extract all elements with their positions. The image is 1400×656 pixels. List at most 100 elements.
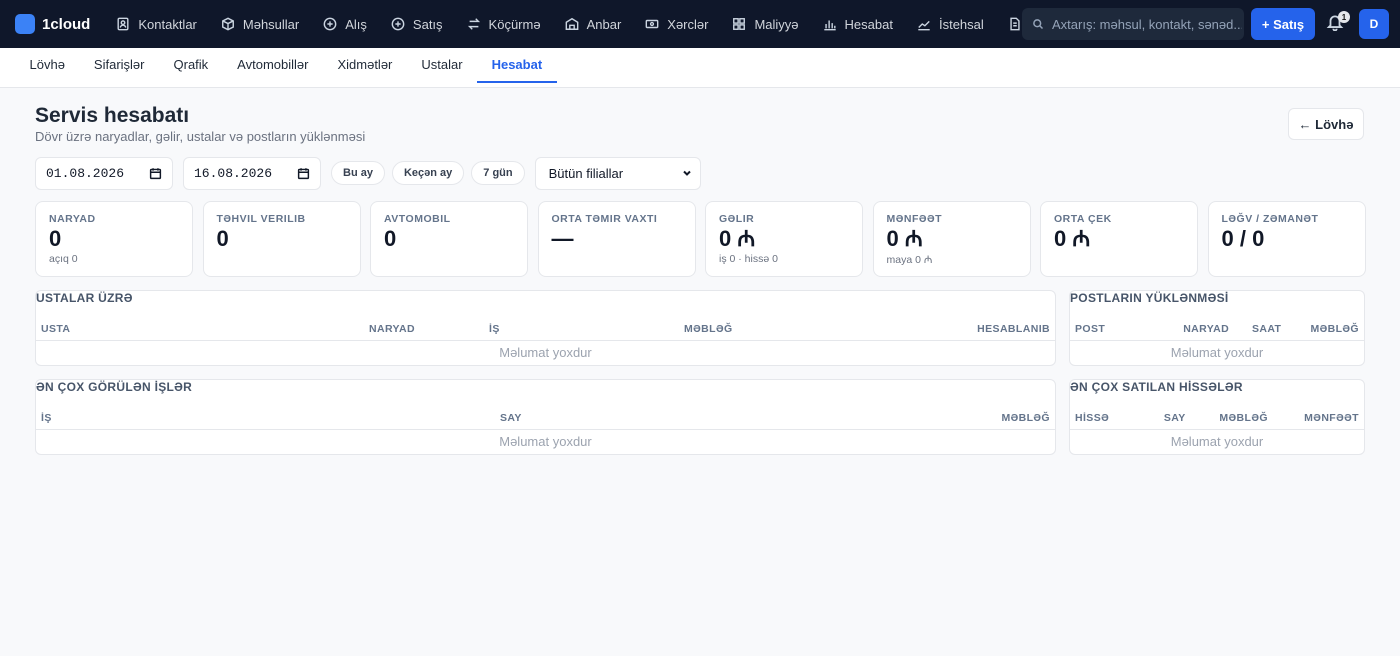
top-parts-table: HİSSƏ SAY MƏBLƏĞ MƏNFƏƏT Məlumat yoxdur: [1070, 407, 1364, 454]
nav-item-expenses[interactable]: Xərclər: [633, 0, 720, 48]
calendar-icon: [149, 167, 162, 179]
search-input[interactable]: [1052, 16, 1242, 32]
kpi-label: Naryad: [49, 213, 96, 225]
column-header[interactable]: NARYAD: [1160, 318, 1235, 341]
user-avatar[interactable]: D: [1359, 9, 1389, 39]
nav-item-label: İstehsal: [938, 16, 984, 32]
tab-dashboard[interactable]: Lövhə: [15, 47, 79, 83]
kpi-sub: açıq 0: [49, 253, 78, 265]
kpi-label: Gəlir: [719, 213, 755, 225]
plus-circle-icon: [323, 17, 337, 31]
date-to-value: 16.08.2026: [194, 165, 273, 181]
column-header[interactable]: USTA: [36, 318, 364, 341]
column-header[interactable]: NARYAD: [364, 318, 484, 341]
column-header[interactable]: POST: [1070, 318, 1160, 341]
nav-item-finance[interactable]: Maliyyə: [720, 0, 810, 48]
table-row: Məlumat yoxdur: [36, 340, 1055, 365]
tab-masters[interactable]: Ustalar: [407, 47, 477, 83]
kpi-value: 0 ₼: [719, 226, 756, 251]
tab-orders[interactable]: Sifarişlər: [79, 47, 159, 83]
column-header[interactable]: HİSSƏ: [1070, 407, 1146, 430]
warehouse-icon: [565, 17, 579, 31]
chevron-down-icon: [682, 170, 691, 176]
page-title: Servis hesabatı: [35, 104, 190, 127]
column-header[interactable]: SAAT: [1234, 318, 1287, 341]
nav-item-purchase[interactable]: Alış: [311, 0, 379, 48]
panel-title: POSTLARIN YÜKLƏNMƏSİ: [1070, 291, 1229, 305]
nav-item-warehouse[interactable]: Anbar: [553, 0, 634, 48]
preset-this-month-button[interactable]: Bu ay: [331, 161, 385, 185]
search-icon: [1033, 19, 1044, 30]
table-row: Məlumat yoxdur: [1070, 429, 1364, 454]
tab-services[interactable]: Xidmətlər: [323, 47, 407, 83]
top-jobs-table: İŞ SAY MƏBLƏĞ Məlumat yoxdur: [36, 407, 1055, 454]
top-parts-panel: ƏN ÇOX SATILAN HİSSƏLƏR HİSSƏ SAY MƏBLƏĞ…: [1069, 379, 1365, 455]
column-header[interactable]: SAY: [495, 407, 693, 430]
new-sale-button[interactable]: + Satış: [1251, 8, 1315, 40]
grid-icon: [732, 17, 746, 31]
column-header[interactable]: MƏBLƏĞ: [679, 318, 835, 341]
tab-report[interactable]: Hesabat: [477, 47, 557, 83]
kpi-value: —: [551, 226, 574, 251]
date-to-input[interactable]: 16.08.2026: [183, 156, 321, 190]
kpi-label: Avtomobil: [384, 213, 451, 225]
column-header[interactable]: MƏBLƏĞ: [1286, 318, 1364, 341]
kpi-label: Ləğv / zəmanət: [1221, 213, 1319, 225]
nav-item-sales[interactable]: Satış: [379, 0, 455, 48]
global-search[interactable]: [1022, 8, 1244, 40]
column-header[interactable]: İŞ: [484, 318, 679, 341]
tab-vehicles[interactable]: Avtomobillər: [223, 47, 323, 83]
nav-item-label: Məhsullar: [242, 16, 300, 32]
nav-item-label: Satış: [412, 16, 443, 32]
column-header[interactable]: MƏNFƏƏT: [1272, 407, 1364, 430]
nav-item-label: Alış: [345, 16, 367, 32]
panel-title: ƏN ÇOX SATILAN HİSSƏLƏR: [1070, 380, 1243, 394]
date-from-input[interactable]: 01.08.2026: [35, 156, 173, 190]
empty-state: Məlumat yoxdur: [499, 434, 592, 450]
nav-item-reports[interactable]: Hesabat: [811, 0, 905, 48]
kpi-value: 0 / 0: [1221, 226, 1265, 251]
page-subtitle: Dövr üzrə naryadlar, gəlir, ustalar və p…: [35, 129, 366, 144]
kpi-card-vehicles: Avtomobil 0: [370, 201, 528, 277]
nav-item-products[interactable]: Məhsullar: [209, 0, 311, 48]
posts-panel: POSTLARIN YÜKLƏNMƏSİ POST NARYAD SAAT MƏ…: [1069, 290, 1365, 366]
kpi-label: Orta çek: [1054, 213, 1112, 225]
preset-last-month-button[interactable]: Keçən ay: [391, 161, 465, 185]
kpi-sub: iş 0 · hissə 0: [719, 253, 778, 265]
empty-state: Məlumat yoxdur: [1170, 345, 1264, 361]
table-header-row: POST NARYAD SAAT MƏBLƏĞ: [1070, 318, 1364, 341]
back-to-dashboard-button[interactable]: ← Lövhə: [1288, 108, 1364, 140]
kpi-value: 0 ₼: [1054, 226, 1091, 251]
nav-item-transfer[interactable]: Köçürmə: [455, 0, 553, 48]
table-header-row: HİSSƏ SAY MƏBLƏĞ MƏNFƏƏT: [1070, 407, 1364, 430]
kpi-sub: maya 0 ₼: [886, 254, 933, 266]
column-header[interactable]: İŞ: [36, 407, 495, 430]
nav-item-label: Anbar: [586, 16, 622, 32]
kpi-card-avg-repair-time: Orta təmir vaxtı —: [537, 201, 696, 277]
table-row: Məlumat yoxdur: [1070, 340, 1364, 365]
main-nav: Kontaktlar Məhsullar Alış Satış Köçürmə …: [104, 0, 1041, 48]
brand[interactable]: 1cloud: [15, 14, 90, 34]
kpi-card-cancel-warranty: Ləğv / zəmanət 0 / 0: [1207, 201, 1366, 277]
column-header[interactable]: SAY: [1146, 407, 1191, 430]
document-icon: [1008, 17, 1022, 31]
nav-item-production[interactable]: İstehsal: [905, 0, 996, 48]
column-header[interactable]: MƏBLƏĞ: [1190, 407, 1273, 430]
kpi-value: 0 ₼: [886, 226, 923, 251]
panel-title: USTALAR ÜZRƏ: [36, 291, 133, 305]
kpi-card-avg-check: Orta çek 0 ₼: [1040, 201, 1198, 277]
table-header-row: USTA NARYAD İŞ MƏBLƏĞ HESABLANIB: [36, 318, 1055, 341]
preset-7-days-button[interactable]: 7 gün: [471, 161, 525, 185]
factory-icon: [917, 17, 931, 31]
branch-select[interactable]: Bütün filiallar: [534, 156, 701, 190]
nav-item-label: Xərclər: [667, 16, 709, 32]
report-filters: 01.08.2026 16.08.2026 Bu ay Keçən ay 7 g…: [35, 156, 701, 190]
column-header[interactable]: HESABLANIB: [834, 318, 1055, 341]
contacts-icon: [116, 17, 130, 31]
service-subtabs: Lövhə Sifarişlər Qrafik Avtomobillər Xid…: [0, 48, 1400, 88]
tab-schedule[interactable]: Qrafik: [159, 47, 223, 83]
nav-item-contacts[interactable]: Kontaktlar: [104, 0, 209, 48]
calendar-icon: [297, 167, 310, 179]
column-header[interactable]: MƏBLƏĞ: [692, 407, 1055, 430]
kpi-label: Təhvil verilib: [216, 213, 306, 225]
